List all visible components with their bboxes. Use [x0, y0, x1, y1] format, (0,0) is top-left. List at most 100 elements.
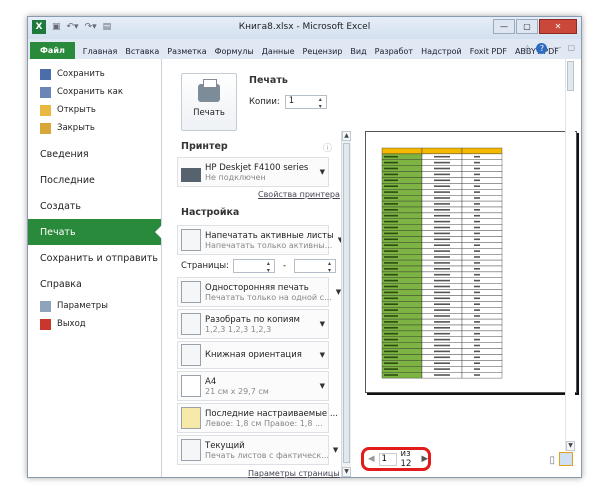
menu-save-as[interactable]: Сохранить как: [28, 83, 161, 101]
menu-help[interactable]: Справка: [28, 271, 161, 297]
sheet-cell-text: [474, 327, 480, 329]
sheet-cell-text: [434, 315, 450, 317]
tab-addins[interactable]: Надстрой: [417, 44, 466, 59]
sheet-cell: [461, 171, 503, 178]
page-setup-link[interactable]: Параметры страницы: [248, 469, 340, 478]
menu-open[interactable]: Открыть: [28, 101, 161, 119]
paper-size-select[interactable]: A4 21 см x 29,7 см ▼: [177, 371, 329, 401]
menu-recent[interactable]: Последние: [28, 167, 161, 193]
current-page-input[interactable]: [378, 452, 397, 466]
menu-close[interactable]: Закрыть: [28, 119, 161, 137]
pages-to-input[interactable]: [294, 259, 337, 274]
tab-page-layout[interactable]: Разметка: [163, 44, 210, 59]
sheet-cell: [461, 283, 503, 290]
sheet-cell-text: [434, 321, 450, 323]
sheet-cell-text: [384, 220, 398, 223]
sides-select[interactable]: Односторонняя печать Печатать только на о…: [177, 277, 341, 307]
print-what-select[interactable]: Напечатать активные листы Напечатать толь…: [177, 225, 343, 255]
ribbon-collapse-icon[interactable]: △: [524, 43, 530, 54]
sheet-cell: [461, 224, 503, 231]
copies-stepper[interactable]: 1: [284, 95, 327, 110]
prev-page-icon[interactable]: ◀: [368, 454, 375, 464]
minimize-button[interactable]: —: [493, 19, 515, 34]
orientation-select[interactable]: Книжная ориентация ▼: [177, 341, 329, 369]
sheet-cell-text: [434, 173, 450, 176]
menu-save[interactable]: Сохранить: [28, 65, 161, 83]
collate-select[interactable]: Разобрать по копиям 1,2,3 1,2,3 1,2,3 ▼: [177, 309, 329, 339]
preview-scroll-down-icon[interactable]: ▼: [566, 441, 575, 451]
sheet-cell-text: [474, 185, 480, 187]
scroll-up-icon[interactable]: ▲: [342, 131, 351, 141]
print-settings-pane: Печать Печать Копии: 1 Принтер ⓘ HP Desk…: [171, 59, 347, 478]
pages-label: Страницы:: [181, 261, 229, 271]
preview-scrollbar[interactable]: ▼: [565, 59, 575, 451]
help-icon[interactable]: ?: [536, 43, 548, 54]
menu-new[interactable]: Создать: [28, 193, 161, 219]
sheet-cell-text: [474, 268, 480, 270]
sheet-cell: [461, 242, 503, 249]
sheet-cell-text: [474, 315, 480, 317]
sheet-cell-text: [474, 238, 480, 241]
sheet-cell-text: [384, 191, 398, 193]
sheet-cell-text: [384, 315, 398, 317]
sheet-cell-text: [384, 155, 398, 158]
menu-exit[interactable]: Выход: [28, 315, 161, 333]
printer-select[interactable]: HP Deskjet F4100 series Не подключен ▼: [177, 157, 329, 187]
menu-print[interactable]: Печать: [28, 219, 162, 245]
chevron-down-icon: ▼: [319, 168, 325, 176]
sheet-cell-text: [384, 179, 398, 182]
sheet-cell-text: [434, 250, 450, 252]
menu-options[interactable]: Параметры: [28, 297, 161, 315]
options-icon: [40, 300, 51, 312]
print-button[interactable]: Печать: [181, 73, 237, 131]
preview-scroll-thumb[interactable]: [567, 61, 574, 91]
tab-insert[interactable]: Вставка: [121, 44, 163, 59]
restore-button[interactable]: ▢: [516, 19, 538, 34]
sheet-cell-text: [384, 161, 398, 164]
sheet-cell: [461, 318, 503, 326]
sheet-cell-text: [434, 167, 450, 170]
sheet-cell-text: [384, 214, 398, 217]
sheet-cell: [461, 371, 503, 379]
backstage-nav: Сохранить Сохранить как Открыть Закрыть …: [28, 59, 162, 477]
scroll-down-icon[interactable]: ▼: [342, 467, 351, 477]
sheet-cell-text: [384, 309, 398, 311]
zoom-to-page-icon[interactable]: [559, 452, 573, 466]
printer-icon: [181, 168, 201, 182]
scroll-thumb[interactable]: [343, 143, 350, 463]
printer-properties-link[interactable]: Свойства принтера: [258, 190, 340, 199]
scaling-select[interactable]: Текущий Печать листов с фактическ... ▼: [177, 435, 338, 465]
menu-save-send[interactable]: Сохранить и отправить: [28, 245, 161, 271]
tab-review[interactable]: Рецензир: [299, 44, 347, 59]
settings-scrollbar[interactable]: ▲ ▼: [341, 131, 351, 477]
tab-file[interactable]: Файл: [30, 42, 75, 59]
sheet-cell-text: [434, 185, 450, 187]
show-margins-icon[interactable]: ▯: [549, 455, 555, 466]
margins-select[interactable]: Последние настраиваемые ... Левое: 1,8 см…: [177, 403, 347, 433]
sheet-cell-text: [474, 232, 480, 235]
sheet-cell: [461, 354, 503, 361]
info-icon[interactable]: ⓘ: [323, 141, 332, 154]
tab-view[interactable]: Вид: [346, 44, 370, 59]
sheets-icon: [181, 229, 201, 251]
pages-from-input[interactable]: [232, 259, 275, 274]
tab-foxit-pdf[interactable]: Foxit PDF: [466, 44, 511, 59]
doc-restore-icon[interactable]: ▢: [567, 43, 575, 54]
sheet-cell: [461, 271, 503, 278]
tab-developer[interactable]: Разработ: [371, 44, 417, 59]
menu-info[interactable]: Сведения: [28, 141, 161, 167]
exit-icon: [40, 318, 51, 330]
tab-home[interactable]: Главная: [79, 44, 122, 59]
doc-minimize-icon[interactable]: —: [553, 43, 561, 54]
next-page-icon[interactable]: ▶: [421, 454, 428, 464]
sheet-cell-text: [434, 244, 450, 246]
sheet-cell: [461, 159, 503, 166]
close-button[interactable]: ✕: [539, 19, 577, 34]
sheet-cell-text: [434, 155, 450, 158]
sheet-cell-text: [474, 161, 480, 164]
sheet-cell-text: [474, 338, 480, 341]
tab-data[interactable]: Данные: [258, 44, 299, 59]
tab-formulas[interactable]: Формулы: [211, 44, 258, 59]
sheet-cell-text: [384, 374, 398, 376]
sheet-cell: [461, 307, 503, 314]
